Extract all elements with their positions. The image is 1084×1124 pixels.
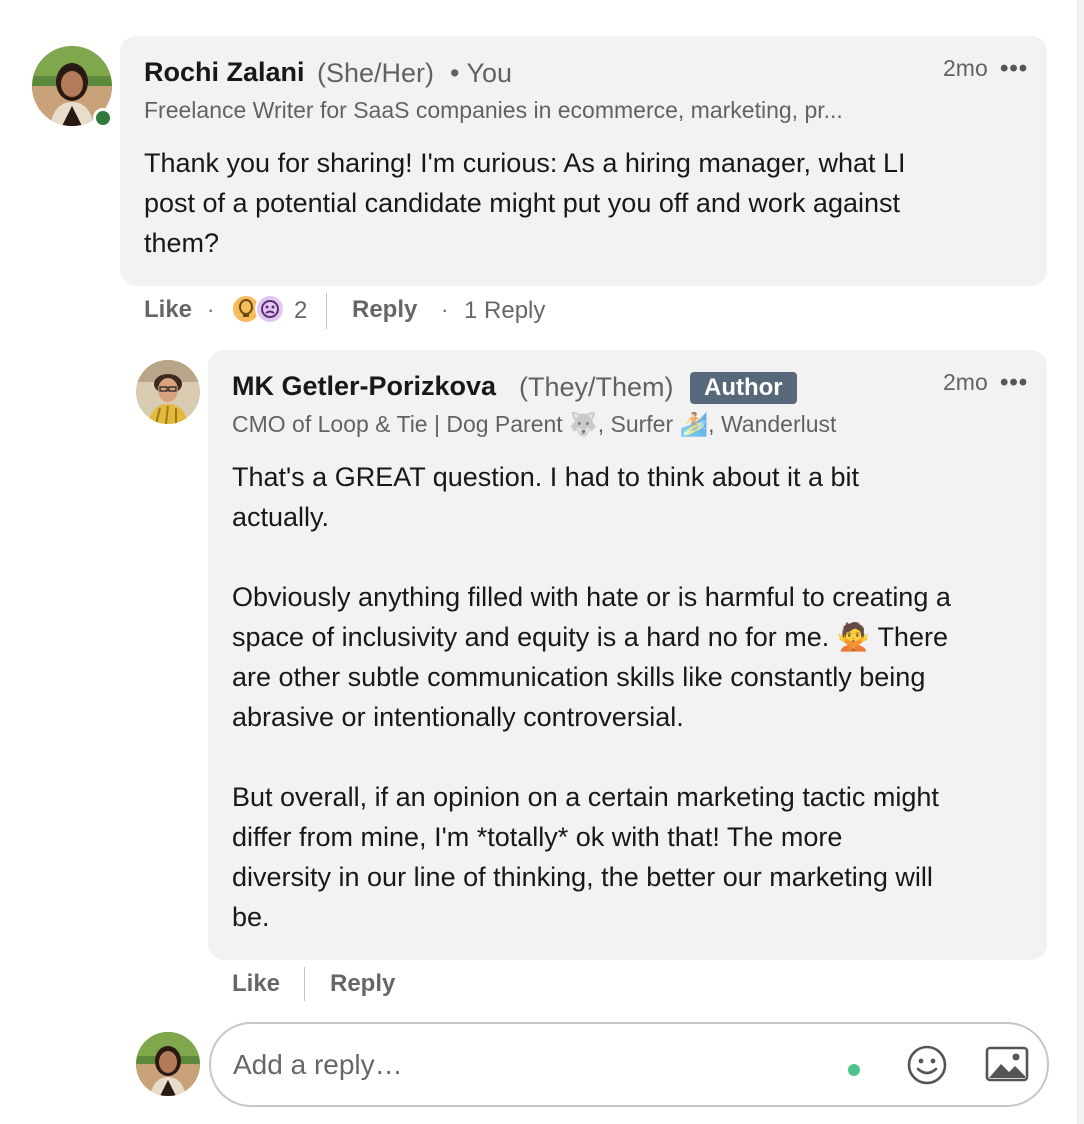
reply-text-line: Obviously anything filled with hate or i… [232,582,951,612]
comment-author-name[interactable]: Rochi Zalani [144,57,305,88]
more-options-icon[interactable]: ••• [1000,369,1028,397]
comment-text-line: them? [144,228,220,258]
action-divider [304,967,305,1001]
reply-text-line: be. [232,902,270,932]
reaction-count[interactable]: 2 [294,297,307,325]
comment-timestamp: 2mo [943,55,988,81]
thinking-curious-icon[interactable] [255,294,285,324]
author-pronouns: (She/Her) [317,58,435,88]
paragraph-break [232,537,1032,577]
author-headline: Freelance Writer for SaaS companies in e… [144,97,843,123]
reply-composer [209,1022,1049,1107]
reply-button[interactable]: Reply [352,296,417,324]
reply-text-line: are other subtle communication skills li… [232,662,926,692]
reply-text-line: But overall, if an opinion on a certain … [232,782,939,812]
emoji-icon[interactable] [906,1044,948,1091]
paragraph-break [232,737,1032,777]
comment-author-name[interactable]: MK Getler-Porizkova [232,371,496,402]
separator-dot: · [441,297,449,322]
comment-timestamp: 2mo [943,369,988,395]
scrollbar-track[interactable] [1077,0,1084,1124]
reply-input[interactable] [231,1042,815,1088]
more-options-icon[interactable]: ••• [1000,55,1028,83]
reply-button[interactable]: Reply [330,970,395,998]
image-icon[interactable] [985,1046,1029,1087]
comment-text-line: Thank you for sharing! I'm curious: As a… [144,148,906,178]
current-user-avatar [136,1032,200,1096]
reply-text-line: space of inclusivity and equity is a har… [232,622,948,652]
like-button[interactable]: Like [144,296,192,324]
author-headline: CMO of Loop & Tie | Dog Parent 🐺, Surfer… [232,411,837,437]
online-status-dot [93,108,113,128]
avatar-mk[interactable] [136,360,200,424]
reply-count-link[interactable]: 1 Reply [464,297,545,325]
grammar-assist-dot [848,1064,860,1076]
reply-text-line: differ from mine, I'm *totally* ok with … [232,822,843,852]
separator-dot: · [207,297,215,322]
comment-text: Thank you for sharing! I'm curious: As a… [144,143,1024,263]
action-divider [326,293,327,329]
author-badge: Author [690,372,797,404]
reply-text-line: That's a GREAT question. I had to think … [232,462,860,492]
reply-text-line: actually. [232,502,330,532]
reply-text: That's a GREAT question. I had to think … [232,457,1032,937]
author-pronouns: (They/Them) [519,372,674,402]
like-button[interactable]: Like [232,970,280,998]
reply-text-line: abrasive or intentionally controversial. [232,702,684,732]
comment-text-line: post of a potential candidate might put … [144,188,900,218]
reply-text-line: diversity in our line of thinking, the b… [232,862,933,892]
you-label: • You [450,58,513,88]
